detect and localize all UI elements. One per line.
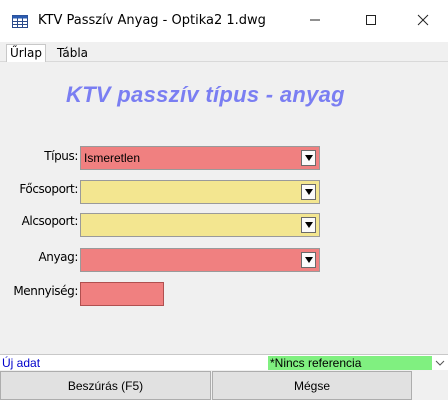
tab-form[interactable]: Űrlap [6,44,47,63]
mennyiseg-label: Mennyiség: [13,284,78,298]
alcsoport-label: Alcsoport: [21,214,79,228]
tipus-value: Ismeretlen [84,151,141,165]
tipus-label: Típus: [44,149,78,163]
status-bar: Új adat *Nincs referencia [0,354,448,370]
minimize-button[interactable] [292,0,338,42]
form-panel: KTV passzív típus - anyag Típus: Ismeret… [0,62,448,354]
tab-strip: Űrlap Tábla [0,42,448,63]
anyag-combobox[interactable] [80,248,320,272]
dropdown-button[interactable] [301,252,316,268]
close-button[interactable] [400,0,446,42]
minimize-icon [309,14,321,29]
dropdown-button[interactable] [301,184,316,200]
title-bar: KTV Passzív Anyag - Optika2 1.dwg [0,0,448,42]
close-icon [417,14,429,29]
reference-status: *Nincs referencia [268,356,432,370]
triangle-down-icon [304,257,313,263]
button-bar: Beszúrás (F5) Mégse [0,370,448,400]
focsoport-combobox[interactable] [80,180,320,204]
table-window-icon [12,15,28,28]
focsoport-label: Főcsoport: [19,182,78,196]
maximize-button[interactable] [348,0,394,42]
dropdown-button[interactable] [301,150,316,166]
chevron-down-icon [435,360,445,366]
cancel-button[interactable]: Mégse [212,371,412,400]
triangle-down-icon [304,155,313,161]
insert-button[interactable]: Beszúrás (F5) [0,371,211,400]
tab-table[interactable]: Tábla [54,45,91,62]
dropdown-button[interactable] [301,217,316,233]
status-expand-button[interactable] [434,356,446,370]
alcsoport-combobox[interactable] [80,213,320,237]
window-title: KTV Passzív Anyag - Optika2 1.dwg [38,13,266,28]
tipus-combobox[interactable]: Ismeretlen [80,146,320,170]
triangle-down-icon [304,222,313,228]
anyag-label: Anyag: [38,250,78,264]
mennyiseg-input[interactable] [80,282,164,306]
record-status: Új adat [2,356,41,370]
triangle-down-icon [304,189,313,195]
maximize-icon [365,14,377,29]
form-title: KTV passzív típus - anyag [66,82,345,107]
